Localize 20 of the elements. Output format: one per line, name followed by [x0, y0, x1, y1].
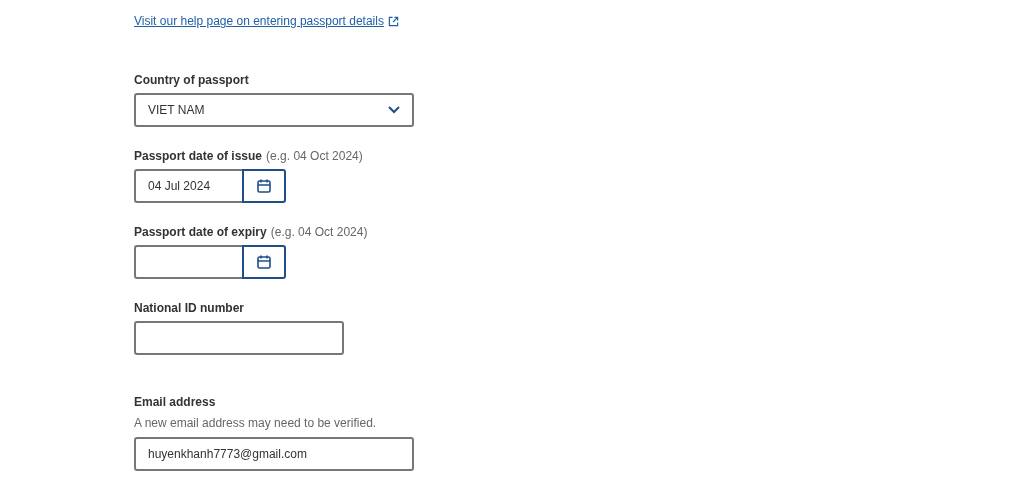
field-label: Passport date of expiry: [134, 224, 267, 240]
calendar-button[interactable]: [242, 245, 286, 279]
email-input[interactable]: huyenkhanh7773@gmail.com: [134, 437, 414, 471]
field-label: Passport date of issue: [134, 148, 263, 164]
external-link-icon: [387, 15, 399, 27]
chevron-down-icon: [388, 106, 400, 114]
date-input[interactable]: 04 Jul 2024: [134, 169, 242, 203]
field-label: National ID number: [134, 300, 244, 316]
help-link[interactable]: Visit our help page on entering passport details: [134, 12, 399, 30]
date-format-hint: (e.g. 04 Oct 2024): [266, 148, 363, 164]
calendar-icon: [256, 254, 272, 270]
national-id-input[interactable]: [134, 321, 344, 355]
country-dropdown[interactable]: VIET NAM: [134, 93, 414, 127]
calendar-icon: [256, 178, 272, 194]
calendar-button[interactable]: [242, 169, 286, 203]
field-label: Email address: [134, 394, 216, 410]
date-input[interactable]: [134, 245, 242, 279]
field-hint: A new email address may need to be verified.: [134, 415, 378, 431]
date-format-hint: (e.g. 04 Oct 2024): [270, 224, 368, 240]
field-label: Country of passport: [134, 72, 249, 88]
